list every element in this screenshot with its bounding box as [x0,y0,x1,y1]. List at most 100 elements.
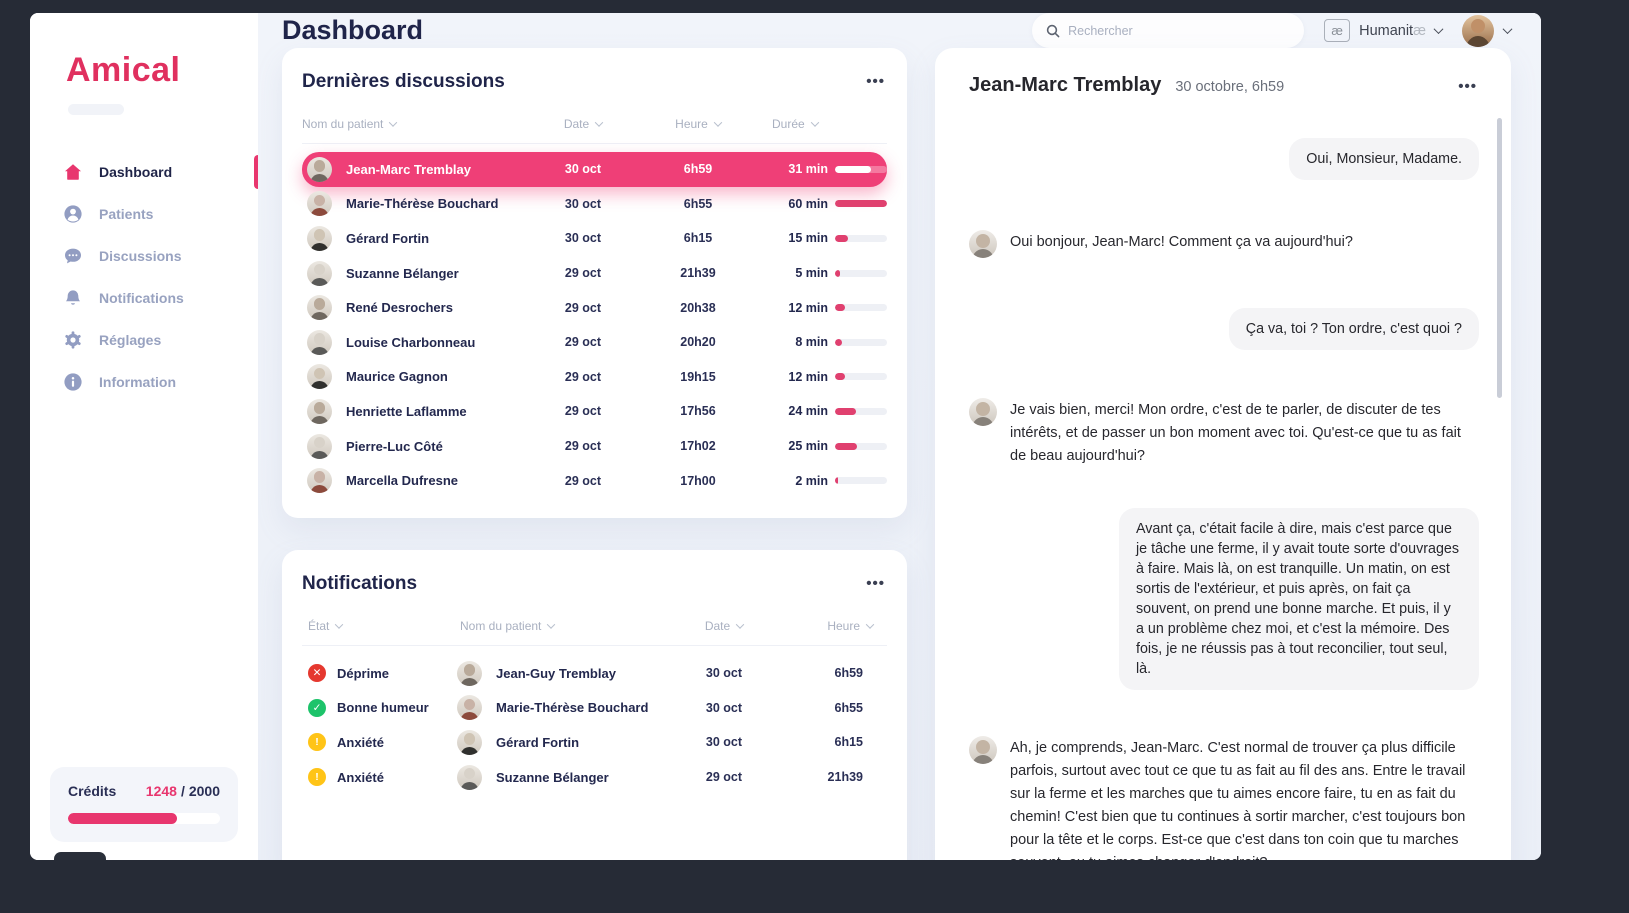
bell-icon [63,288,83,308]
table-row[interactable]: ✕ Déprime Jean-Guy Tremblay 30 oct 6h59 [302,656,887,691]
discussions-title: Dernières discussions [302,71,505,93]
active-indicator [254,155,258,189]
status-label: Bonne humeur [337,700,429,715]
table-row-selected[interactable]: Jean-Marc Tremblay 30 oct 6h59 31 min [302,152,887,187]
column-header-date[interactable]: Date [538,117,628,131]
discussion-heure: 17h02 [628,439,768,453]
sort-chevron-icon [335,620,343,628]
chat-header: Jean-Marc Tremblay 30 octobre, 6h59 ••• [969,74,1479,98]
discussion-duree: 31 min [768,162,828,176]
notification-heure: 6h55 [770,701,887,715]
search-input[interactable] [1068,24,1290,38]
duration-bar [835,235,887,242]
sort-chevron-icon [547,620,555,628]
credits-separator: / [181,783,185,799]
table-row[interactable]: Marcella Dufresne 29 oct 17h00 2 min [302,463,887,498]
search-bar[interactable] [1032,13,1304,48]
sidebar-item-reglages[interactable]: Réglages [30,319,258,361]
patient-name: Gérard Fortin [488,735,678,750]
avatar [307,468,332,493]
more-menu-icon[interactable]: ••• [1456,75,1479,98]
patient-name: Jean-Guy Tremblay [488,666,678,681]
chevron-down-icon [1503,24,1513,34]
duration-bar [835,408,887,415]
discussions-rows: Jean-Marc Tremblay 30 oct 6h59 31 min Ma… [302,152,887,498]
sidebar-item-patients[interactable]: Patients [30,193,258,235]
duration-bar [835,443,887,450]
chat-timestamp: 30 octobre, 6h59 [1175,79,1284,95]
patient-name: Jean-Marc Tremblay [338,162,538,177]
avatar [457,695,482,720]
column-header-nom-du-patient[interactable]: Nom du patient [302,117,538,131]
message-text: Oui bonjour, Jean-Marc! Comment ça va au… [1010,228,1353,258]
sidebar-item-label: Information [99,374,176,390]
chat-scrollbar[interactable] [1497,118,1502,398]
credits-total-value: 2000 [189,783,220,799]
sidebar-item-notifications[interactable]: Notifications [30,277,258,319]
table-row[interactable]: Pierre-Luc Côté 29 oct 17h02 25 min [302,429,887,464]
table-row[interactable]: Maurice Gagnon 29 oct 19h15 12 min [302,360,887,395]
more-menu-icon[interactable]: ••• [864,572,887,595]
discussions-table-header: Nom du patient Date Heure Durée [302,117,887,144]
column-header-heure[interactable]: Heure [770,619,887,633]
chat-panel: Jean-Marc Tremblay 30 octobre, 6h59 ••• … [935,48,1511,860]
chat-icon [63,246,83,266]
notification-date: 30 oct [678,666,770,680]
patient-message: Avant ça, c'était facile à dire, mais c'… [969,508,1479,690]
credits-label: Crédits [68,783,146,799]
table-row[interactable]: ! Anxiété Suzanne Bélanger 29 oct 21h39 [302,760,887,795]
duration-bar [835,270,887,277]
assistant-avatar [969,736,997,764]
table-row[interactable]: ✓ Bonne humeur Marie-Thérèse Bouchard 30… [302,691,887,726]
sidebar-item-dashboard[interactable]: Dashboard [30,151,258,193]
user-menu[interactable] [1462,15,1511,47]
patient-name: René Desrochers [338,300,538,315]
duration-bar [835,373,887,380]
sidebar-item-label: Notifications [99,290,184,306]
status-label: Déprime [337,666,389,681]
sidebar-item-discussions[interactable]: Discussions [30,235,258,277]
home-icon [63,162,83,182]
avatar [307,226,332,251]
more-menu-icon[interactable]: ••• [864,70,887,93]
patient-name: Marcella Dufresne [338,473,538,488]
assistant-avatar [969,230,997,258]
column-header-date[interactable]: Date [678,619,770,633]
column-header-nom-du-patient[interactable]: Nom du patient [452,619,678,633]
notification-date: 30 oct [678,735,770,749]
sidebar-item-information[interactable]: Information [30,361,258,403]
language-selector[interactable]: æ Humanitæ [1318,15,1448,46]
discussion-duree: 25 min [768,439,828,453]
avatar [307,330,332,355]
patient-name: Marie-Thérèse Bouchard [338,196,538,211]
avatar [307,399,332,424]
avatar [457,730,482,755]
status-label: Anxiété [337,735,384,750]
patient-name: Henriette Laflamme [338,404,538,419]
table-row[interactable]: Suzanne Bélanger 29 oct 21h39 5 min [302,256,887,291]
table-row[interactable]: ! Anxiété Gérard Fortin 30 oct 6h15 [302,725,887,760]
discussion-heure: 17h00 [628,474,768,488]
table-row[interactable]: Louise Charbonneau 29 oct 20h20 8 min [302,325,887,360]
assistant-message: Oui bonjour, Jean-Marc! Comment ça va au… [969,228,1479,258]
message-text: Je vais bien, merci! Mon ordre, c'est de… [1010,396,1479,468]
user-avatar [1462,15,1494,47]
sort-chevron-icon [736,620,744,628]
column-header-duree[interactable]: Durée [768,117,887,131]
credits-used-value: 1248 [146,783,177,799]
discussion-duree: 2 min [768,474,828,488]
discussion-duree: 12 min [768,301,828,315]
discussion-date: 29 oct [538,335,628,349]
column-header-etat[interactable]: État [302,619,452,633]
table-row[interactable]: René Desrochers 29 oct 20h38 12 min [302,290,887,325]
avatar [307,191,332,216]
patient-message: Ça va, toi ? Ton ordre, c'est quoi ? [969,308,1479,350]
discussion-date: 29 oct [538,370,628,384]
discussion-duree: 24 min [768,404,828,418]
status-warning-icon: ! [308,733,326,751]
table-row[interactable]: Henriette Laflamme 29 oct 17h56 24 min [302,394,887,429]
column-header-heure[interactable]: Heure [628,117,768,131]
discussion-date: 29 oct [538,266,628,280]
table-row[interactable]: Marie-Thérèse Bouchard 30 oct 6h55 60 mi… [302,187,887,222]
table-row[interactable]: Gérard Fortin 30 oct 6h15 15 min [302,221,887,256]
